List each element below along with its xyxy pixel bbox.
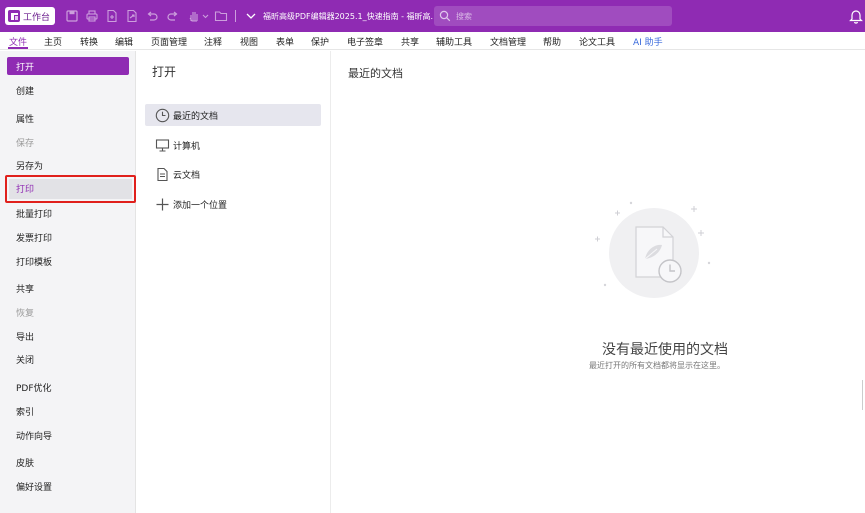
- tab-ai-assistant[interactable]: AI 助手: [633, 35, 663, 48]
- sidebar-item-action-wizard[interactable]: 动作向导: [16, 429, 52, 442]
- sidebar-item-share[interactable]: 共享: [16, 282, 34, 295]
- sidebar-item-print[interactable]: 打印: [5, 175, 136, 203]
- undo-icon[interactable]: [145, 9, 159, 23]
- tab-help[interactable]: 帮助: [543, 35, 561, 48]
- empty-state-title-text: 没有最近使用的文档: [602, 342, 728, 358]
- sidebar-item-index[interactable]: 索引: [16, 405, 34, 418]
- open-locations-pane: 打开 最近的文档 计算机 云文档 添加一个位置: [137, 51, 331, 513]
- location-cloud-documents[interactable]: 云文档: [145, 163, 321, 185]
- location-recent-documents[interactable]: 最近的文档: [145, 104, 321, 126]
- sidebar-item-skin[interactable]: 皮肤: [16, 456, 34, 469]
- sidebar-item-create[interactable]: 创建: [16, 84, 34, 97]
- tab-comment[interactable]: 注释: [204, 35, 222, 48]
- search-box[interactable]: [434, 6, 672, 26]
- scrollbar-edge[interactable]: [862, 380, 863, 410]
- clock-icon: [155, 108, 170, 123]
- workbench-label: 工作台: [23, 12, 51, 23]
- workbench-button[interactable]: 工作台: [5, 7, 55, 25]
- save-icon[interactable]: [65, 9, 79, 23]
- sidebar-item-close[interactable]: 关闭: [16, 353, 34, 366]
- empty-state-title: 没有最近使用的文档: [332, 339, 865, 359]
- location-computer[interactable]: 计算机: [145, 134, 321, 156]
- location-label: 最近的文档: [173, 112, 219, 122]
- new-document-icon[interactable]: [105, 9, 119, 23]
- location-add-place[interactable]: 添加一个位置: [145, 193, 321, 215]
- foxit-logo-icon: [8, 10, 20, 22]
- sidebar-item-invoice-print[interactable]: 发票打印: [16, 231, 52, 244]
- file-menu-sidebar: 打开 创建 属性 保存 另存为 打印 批量打印 发票打印 打印模板 共享 恢复 …: [0, 51, 136, 513]
- location-label: 云文档: [173, 171, 201, 181]
- sidebar-item-export[interactable]: 导出: [16, 330, 34, 343]
- export-icon[interactable]: [125, 9, 139, 23]
- computer-icon: [155, 138, 170, 153]
- sidebar-item-save-as[interactable]: 另存为: [16, 159, 43, 172]
- tab-protect[interactable]: 保护: [311, 35, 329, 48]
- empty-state-subtitle: 最近打开的所有文档都将显示在这里。: [589, 361, 725, 370]
- tab-edit[interactable]: 编辑: [115, 35, 133, 48]
- redo-icon[interactable]: [166, 9, 180, 23]
- tab-view[interactable]: 视图: [240, 35, 258, 48]
- sidebar-item-batch-print[interactable]: 批量打印: [16, 207, 52, 220]
- title-bar: 工作台 福昕高级PDF编辑器2025.1_快速指南 - 福昕高...: [0, 0, 865, 32]
- recent-documents-pane: 最近的文档 没有最近使用的文档 最近打开的所有文档都将显示在这里。: [332, 51, 865, 513]
- sidebar-item-open[interactable]: 打开: [7, 57, 129, 75]
- toolbar-separator: [235, 10, 236, 22]
- sidebar-item-pdf-optimize[interactable]: PDF优化: [16, 381, 52, 394]
- cloud-document-icon: [155, 167, 170, 182]
- tab-home[interactable]: 主页: [44, 35, 62, 48]
- tab-share[interactable]: 共享: [401, 35, 419, 48]
- location-label: 计算机: [173, 142, 201, 152]
- location-label: 添加一个位置: [173, 201, 228, 211]
- recent-documents-title: 最近的文档: [348, 67, 403, 80]
- sidebar-item-label: 打印: [16, 185, 35, 195]
- active-tab-indicator: [8, 47, 28, 49]
- empty-documents-illustration: [595, 201, 711, 298]
- search-input[interactable]: [456, 9, 656, 23]
- pane-title: 打开: [152, 65, 177, 79]
- customize-toolbar-icon[interactable]: [244, 9, 258, 23]
- sidebar-item-restore[interactable]: 恢复: [16, 306, 34, 319]
- tab-accessibility[interactable]: 辅助工具: [436, 35, 472, 48]
- window-title: 福昕高级PDF编辑器2025.1_快速指南 - 福昕高...: [263, 12, 439, 21]
- plus-icon: [155, 197, 170, 212]
- open-folder-icon[interactable]: [214, 9, 228, 23]
- bell-icon[interactable]: [849, 8, 863, 24]
- sidebar-item-print-template[interactable]: 打印模板: [16, 255, 52, 268]
- ribbon-tab-bar: 文件 主页 转换 编辑 页面管理 注释 视图 表单 保护 电子签章 共享 辅助工…: [0, 32, 865, 50]
- sidebar-item-preferences[interactable]: 偏好设置: [16, 480, 52, 493]
- tab-document-management[interactable]: 文档管理: [490, 35, 526, 48]
- hand-tool-icon[interactable]: [187, 9, 211, 23]
- sidebar-item-label: 打开: [16, 63, 35, 73]
- print-icon[interactable]: [85, 9, 99, 23]
- tab-paper-tools[interactable]: 论文工具: [579, 35, 615, 48]
- tab-e-signature[interactable]: 电子签章: [347, 35, 383, 48]
- search-icon: [439, 10, 451, 22]
- sidebar-item-save[interactable]: 保存: [16, 136, 34, 149]
- tab-form[interactable]: 表单: [276, 35, 294, 48]
- sidebar-item-properties[interactable]: 属性: [16, 112, 34, 125]
- tab-convert[interactable]: 转换: [80, 35, 98, 48]
- tab-page-management[interactable]: 页面管理: [151, 35, 187, 48]
